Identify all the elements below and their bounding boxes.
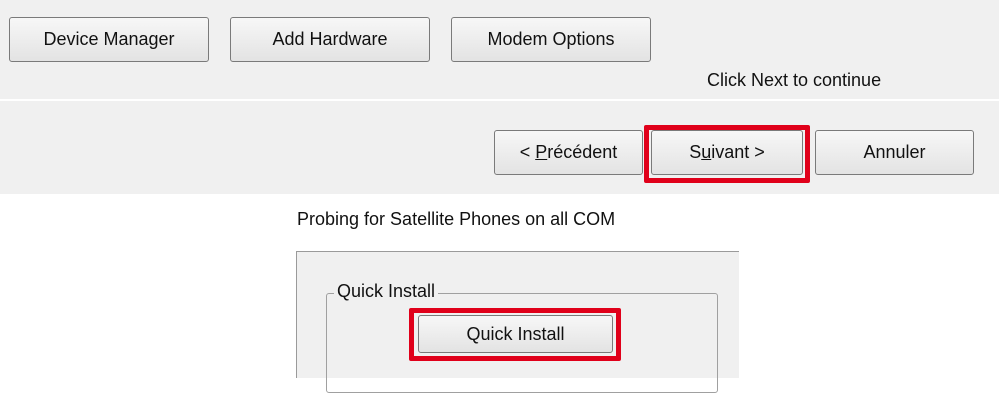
previous-label: < Précédent (519, 142, 618, 162)
modem-options-button[interactable]: Modem Options (451, 17, 651, 62)
continue-hint: Click Next to continue (707, 70, 882, 90)
device-manager-button[interactable]: Device Manager (9, 17, 209, 62)
next-button-highlight (644, 125, 810, 183)
quick-install-group-label: Quick Install (334, 281, 439, 302)
cancel-button[interactable]: Annuler (815, 130, 974, 175)
previous-button[interactable]: < Précédent (494, 130, 643, 175)
quick-install-button-highlight (409, 308, 621, 361)
add-hardware-button[interactable]: Add Hardware (230, 17, 430, 62)
probe-status-text: Probing for Satellite Phones on all COM (297, 209, 616, 229)
